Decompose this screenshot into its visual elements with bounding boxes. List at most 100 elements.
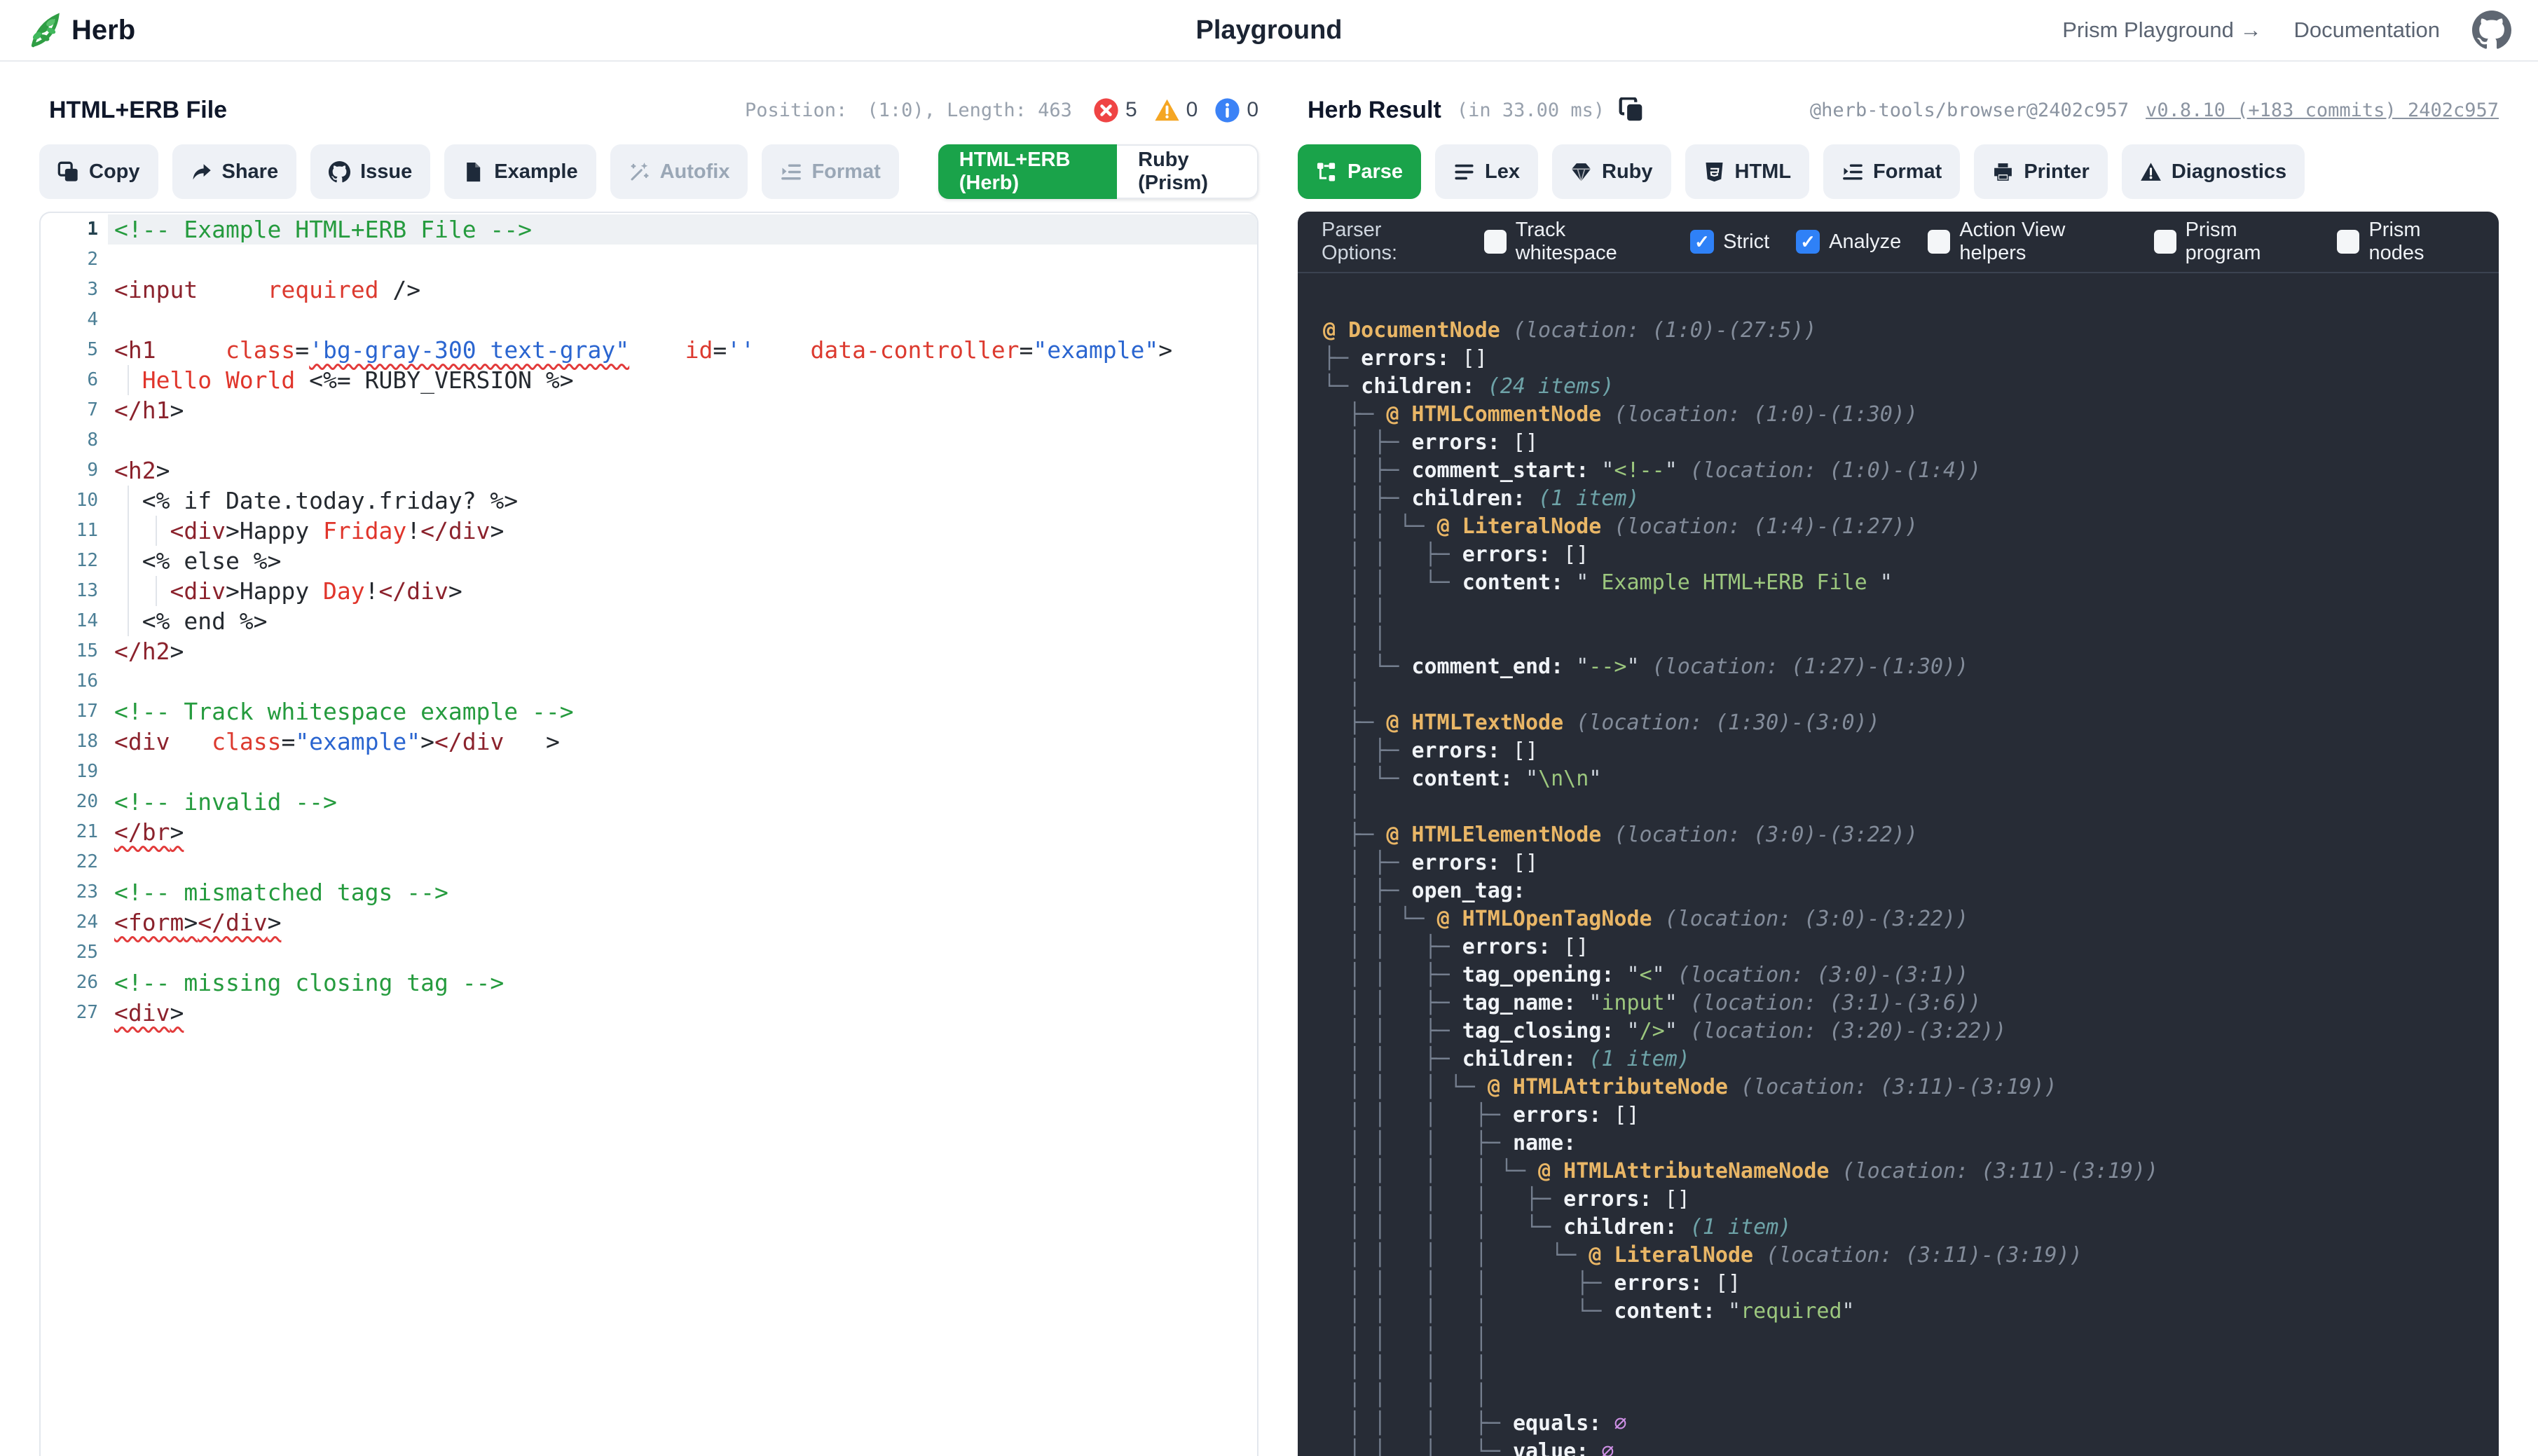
- diagnostics-button-label: Diagnostics: [2172, 160, 2286, 184]
- code-line-content: <!-- mismatched tags -->: [108, 877, 1257, 907]
- main: HTML+ERB File Position: (1:0), Length: 4…: [0, 62, 2538, 1456]
- ast-tree-line: │: [1323, 681, 2499, 709]
- checkbox-prism-program-unchecked[interactable]: [2154, 230, 2176, 254]
- code-line-content: <!-- Track whitespace example -->: [108, 696, 1257, 727]
- brand[interactable]: Herb: [27, 13, 135, 48]
- option-action-view-helpers[interactable]: Action View helpers: [1928, 219, 2127, 265]
- copy-button[interactable]: Copy: [39, 144, 158, 199]
- ast-tree-line: @ DocumentNode (location: (1:0)-(27:5)): [1323, 317, 2499, 345]
- example-button[interactable]: Example: [444, 144, 596, 199]
- parse-button[interactable]: Parse: [1298, 144, 1421, 199]
- info-circle-icon: [1214, 97, 1240, 123]
- code-line: 25: [41, 938, 1257, 968]
- code-line: 16: [41, 666, 1257, 696]
- github-icon[interactable]: [2472, 11, 2511, 50]
- code-editor[interactable]: 1<!-- Example HTML+ERB File -->23<input …: [39, 212, 1258, 1456]
- ast-tree-line: │ │ └─ content: " Example HTML+ERB File …: [1323, 569, 2499, 597]
- code-line: 27<div>: [41, 998, 1257, 1028]
- checkbox-action-view-helpers-unchecked[interactable]: [1928, 230, 1950, 254]
- ast-tree-line: │ │ │ │ └─ content: "required": [1323, 1298, 2499, 1326]
- ast-tree-line: │ │ │ │ ├─ errors: []: [1323, 1186, 2499, 1214]
- list-icon: [1453, 161, 1475, 183]
- line-number: 15: [41, 636, 108, 666]
- copy-icon: [57, 161, 79, 183]
- source-tabs: HTML+ERB (Herb)Ruby (Prism): [938, 144, 1258, 199]
- line-number: 22: [41, 847, 108, 877]
- code-line-content: [108, 666, 1257, 696]
- code-line-content: <div class="example"></div >: [108, 727, 1257, 757]
- ast-tree-line: │ │ │ ├─ errors: []: [1323, 1101, 2499, 1129]
- parse-button-label: Parse: [1347, 160, 1403, 184]
- checkbox-prism-nodes-unchecked[interactable]: [2337, 230, 2359, 254]
- link-documentation[interactable]: Documentation: [2293, 18, 2440, 43]
- code-line: 20<!-- invalid -->: [41, 787, 1257, 817]
- ast-tree[interactable]: @ DocumentNode (location: (1:0)-(27:5)) ├…: [1298, 273, 2499, 1456]
- code-line-content: [108, 938, 1257, 968]
- code-line: 10 <% if Date.today.friday? %>: [41, 486, 1257, 516]
- code-line: 18<div class="example"></div >: [41, 727, 1257, 757]
- printer-button[interactable]: Printer: [1974, 144, 2107, 199]
- result-panel: Herb Result (in 33.00 ms) @herb-tools/br…: [1298, 85, 2499, 1456]
- lex-button-label: Lex: [1485, 160, 1520, 184]
- line-number: 12: [41, 546, 108, 576]
- ast-tree-line: │ │ │ │ ├─ errors: []: [1323, 1270, 2499, 1298]
- option-prism-nodes[interactable]: Prism nodes: [2337, 219, 2475, 265]
- line-number: 11: [41, 516, 108, 546]
- gem-icon: [1570, 161, 1592, 183]
- ast-tree-line: │ │ ├─ errors: []: [1323, 541, 2499, 569]
- warning-badge: 0: [1154, 97, 1198, 123]
- diagnostics-button[interactable]: Diagnostics: [2122, 144, 2305, 199]
- code-line-content: <form></div>: [108, 907, 1257, 938]
- code-line-content: [108, 847, 1257, 877]
- info-badge: 0: [1214, 97, 1258, 123]
- format-icon: [1841, 161, 1863, 183]
- lex-button[interactable]: Lex: [1435, 144, 1538, 199]
- code-line-content: <!-- missing closing tag -->: [108, 968, 1257, 998]
- code-line: 15</h2>: [41, 636, 1257, 666]
- code-line-content: </br>: [108, 817, 1257, 847]
- issue-button[interactable]: Issue: [310, 144, 430, 199]
- version-link[interactable]: v0.8.10 (+183 commits) 2402c957: [2146, 99, 2499, 121]
- position-value: (1:0), Length: 463: [867, 99, 1072, 121]
- checkbox-strict-checked[interactable]: [1690, 230, 1714, 254]
- line-number: 27: [41, 998, 108, 1028]
- code-line-content: <h2>: [108, 455, 1257, 486]
- tab-ruby-prism[interactable]: Ruby (Prism): [1117, 144, 1258, 199]
- position-label: Position:: [745, 99, 847, 121]
- ast-tree-line: │ ├─ comment_start: "<!--" (location: (1…: [1323, 457, 2499, 485]
- source-toolbar: Copy ShareIssue Example Autofix Format HTML+…: [39, 144, 1258, 199]
- info-count: 0: [1247, 98, 1258, 122]
- option-prism-program[interactable]: Prism program: [2154, 219, 2311, 265]
- github-icon: [329, 161, 350, 183]
- checkbox-track-whitespace-unchecked[interactable]: [1484, 230, 1507, 254]
- code-line-content: <h1 class='bg-gray-300 text-gray" id='' …: [108, 335, 1257, 365]
- tab-html-erb-herb[interactable]: HTML+ERB (Herb): [938, 144, 1117, 199]
- ast-tree-line: ├─ @ HTMLElementNode (location: (3:0)-(3…: [1323, 821, 2499, 849]
- ast-tree-line: │ ├─ errors: []: [1323, 849, 2499, 877]
- checkbox-analyze-checked[interactable]: [1796, 230, 1820, 254]
- link-prism-playground[interactable]: Prism Playground →: [2062, 18, 2261, 43]
- code-line: 1<!-- Example HTML+ERB File -->: [41, 214, 1257, 245]
- code-line: 19: [41, 757, 1257, 787]
- result-panel-head: Herb Result (in 33.00 ms) @herb-tools/br…: [1298, 85, 2499, 135]
- code-line: 12 <% else %>: [41, 546, 1257, 576]
- code-line: 26<!-- missing closing tag -->: [41, 968, 1257, 998]
- line-number: 25: [41, 938, 108, 968]
- copy-result-button[interactable]: [1619, 97, 1644, 123]
- share-button[interactable]: Share: [172, 144, 297, 199]
- format-button[interactable]: Format: [762, 144, 898, 199]
- option-analyze[interactable]: Analyze: [1796, 219, 1901, 265]
- format-button[interactable]: Format: [1823, 144, 1960, 199]
- ast-tree-line: │ │ └─ @ LiteralNode (location: (1:4)-(1…: [1323, 513, 2499, 541]
- html-button[interactable]: HTML: [1685, 144, 1810, 199]
- line-number: 5: [41, 335, 108, 365]
- header-links: Prism Playground → Documentation: [2062, 11, 2511, 50]
- option-strict[interactable]: Strict: [1690, 219, 1769, 265]
- autofix-button[interactable]: Autofix: [610, 144, 748, 199]
- ruby-button[interactable]: Ruby: [1552, 144, 1671, 199]
- line-number: 3: [41, 275, 108, 305]
- ast-tree-line: │ │ ├─ tag_opening: "<" (location: (3:0)…: [1323, 961, 2499, 989]
- ast-tree-line: │ └─ content: "\n\n": [1323, 765, 2499, 793]
- format-button-label: Format: [1873, 160, 1942, 184]
- option-track-whitespace[interactable]: Track whitespace: [1484, 219, 1664, 265]
